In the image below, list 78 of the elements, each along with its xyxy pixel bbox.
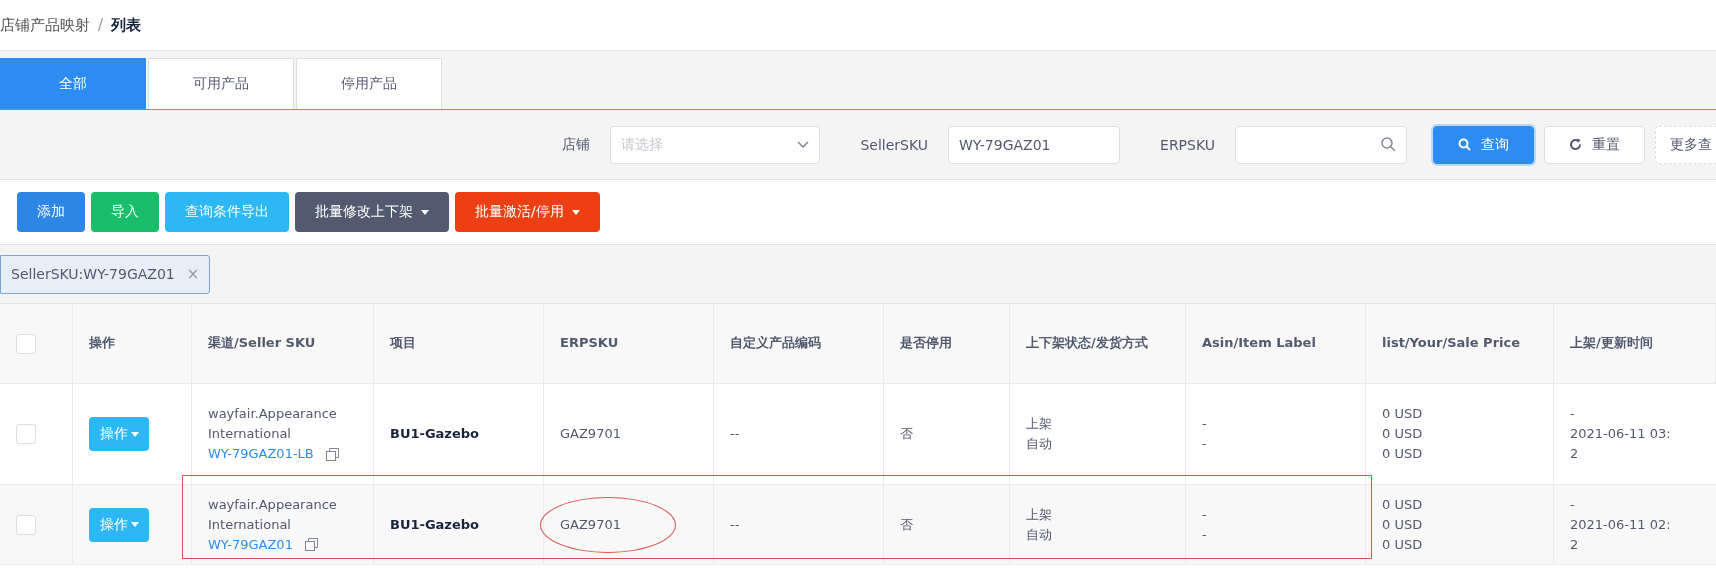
table-cell-text: --: [730, 425, 740, 443]
channel-name: wayfair.Appearance International: [208, 495, 338, 534]
breadcrumb-item[interactable]: 店铺产品映射: [0, 15, 90, 35]
table-cell-text: 2021-06-11 02:: [1570, 515, 1671, 534]
breadcrumb-separator: /: [98, 16, 104, 34]
more-button[interactable]: 更多查: [1655, 125, 1716, 164]
table-cell-text: 自动: [1026, 525, 1052, 544]
table-cell-text: BU1-Gazebo: [390, 515, 479, 534]
table-cell-text: 上架: [1026, 505, 1052, 524]
caret-icon: [421, 209, 429, 215]
table-cell-text: -: [1202, 525, 1207, 544]
copy-icon[interactable]: [325, 447, 339, 461]
column-header: 渠道/Seller SKU: [192, 304, 374, 383]
price-text: 0 USD: [1382, 425, 1423, 443]
reset-button[interactable]: 重置: [1544, 125, 1645, 164]
table-cell-text: -: [1202, 505, 1207, 524]
table-cell-text: 2021-06-11 03:: [1570, 425, 1671, 443]
checkbox[interactable]: [16, 424, 36, 444]
seller-sku-link[interactable]: WY-79GAZ01: [208, 534, 293, 555]
caret-icon: [571, 209, 580, 215]
table-cell-text: -: [1570, 405, 1575, 423]
checkbox[interactable]: [16, 333, 36, 354]
search-icon: [1381, 137, 1396, 152]
table-cell-text: BU1-Gazebo: [390, 425, 479, 443]
price-text: 0 USD: [1382, 405, 1423, 423]
field-label: SellerSKU: [860, 136, 929, 153]
field-label: ERPSKU: [1160, 136, 1215, 153]
field-label: 店铺: [562, 135, 591, 154]
table-cell-text: -: [1202, 435, 1207, 453]
table-cell-text: 上架: [1026, 415, 1052, 433]
table-cell-text: 2: [1570, 535, 1579, 554]
action-button[interactable]: 添加: [17, 192, 85, 232]
table-cell-text: --: [730, 515, 740, 534]
action-button[interactable]: 查询条件导出: [165, 192, 289, 232]
tab[interactable]: 全部: [0, 58, 146, 109]
price-text: 0 USD: [1382, 445, 1423, 463]
column-header: 上架/更新时间: [1554, 304, 1716, 383]
channel-name: wayfair.Appearance International: [208, 405, 338, 443]
caret-icon: [130, 431, 139, 437]
search-button[interactable]: 查询: [1433, 125, 1534, 164]
column-header: list/Your/Sale Price: [1366, 304, 1554, 383]
action-dropdown-button[interactable]: 操作: [89, 507, 149, 542]
filter-tag-label: SellerSKU:WY-79GAZ01: [11, 266, 175, 282]
table-cell-text: 自动: [1026, 435, 1052, 453]
price-text: 0 USD: [1382, 515, 1423, 534]
table-cell-text: 否: [900, 425, 913, 443]
table-cell-text: GAZ9701: [560, 425, 621, 443]
action-dropdown-button[interactable]: 操作: [89, 417, 149, 451]
table-cell-text: -: [1202, 415, 1207, 433]
table-cell-text: -: [1570, 495, 1575, 514]
tab[interactable]: 停用产品: [296, 58, 442, 109]
caret-icon: [130, 522, 139, 527]
tab[interactable]: 可用产品: [148, 58, 294, 109]
price-text: 0 USD: [1382, 495, 1423, 514]
action-button[interactable]: 批量修改上下架: [295, 192, 449, 232]
refresh-icon: [1569, 138, 1582, 151]
search-field[interactable]: [1235, 125, 1407, 164]
column-header: 操作: [73, 304, 192, 383]
column-header: 自定义产品编码: [714, 304, 884, 383]
price-text: 0 USD: [1382, 535, 1423, 554]
chevron-down-icon: [797, 141, 810, 148]
column-header: 项目: [374, 304, 544, 383]
input-field[interactable]: WY-79GAZ01: [948, 125, 1121, 164]
column-header: 是否停用: [884, 304, 1010, 383]
column-header: 上下架状态/发货方式: [1010, 304, 1186, 383]
copy-icon[interactable]: [304, 538, 318, 551]
table-cell-text: GAZ9701: [560, 515, 621, 534]
action-button[interactable]: 导入: [91, 192, 159, 232]
table-cell-text: 否: [900, 515, 913, 534]
search-icon: [1458, 138, 1471, 151]
close-icon[interactable]: ×: [186, 265, 200, 283]
table-cell-text: 2: [1570, 445, 1579, 463]
checkbox[interactable]: [16, 514, 36, 535]
column-header: Asin/Item Label: [1186, 304, 1366, 383]
column-header: ERPSKU: [544, 304, 714, 383]
breadcrumb-item: 列表: [111, 15, 142, 35]
action-button[interactable]: 批量激活/停用: [455, 192, 600, 232]
seller-sku-link[interactable]: WY-79GAZ01-LB: [208, 444, 314, 464]
